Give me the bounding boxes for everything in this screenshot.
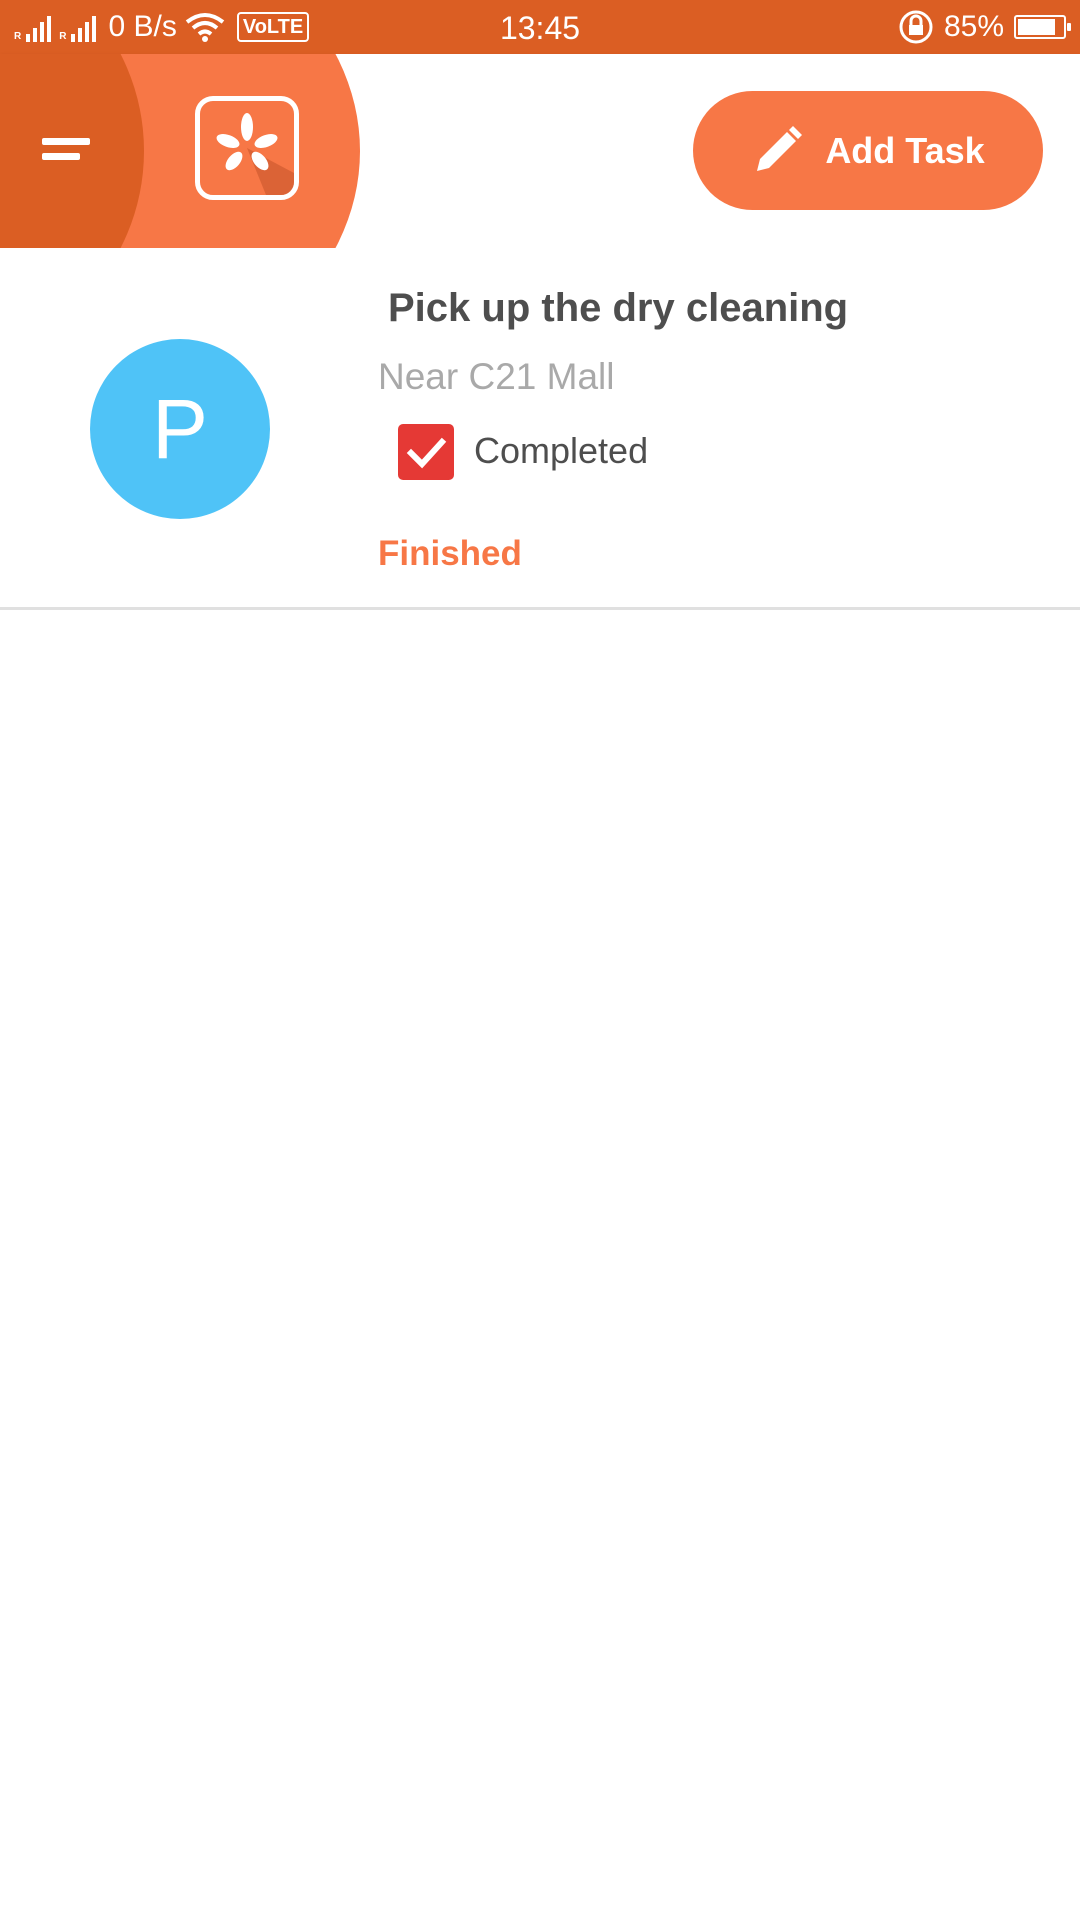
yelp-logo-icon[interactable] xyxy=(195,96,299,200)
menu-button[interactable] xyxy=(26,124,106,184)
status-right: 85% xyxy=(898,0,1071,54)
status-bar: R R 0 B/s VoLTE 13:45 85% xyxy=(0,0,1080,54)
completed-checkbox[interactable] xyxy=(398,424,454,480)
menu-icon-bar xyxy=(42,153,80,160)
pencil-icon xyxy=(757,125,803,171)
add-task-button[interactable]: Add Task xyxy=(693,91,1043,210)
divider xyxy=(0,607,1080,610)
check-icon xyxy=(406,437,447,469)
avatar: P xyxy=(90,339,270,519)
app-bar: Add Task xyxy=(0,54,1080,248)
menu-icon xyxy=(42,138,90,145)
add-task-label: Add Task xyxy=(825,129,985,171)
battery-icon xyxy=(1014,15,1071,39)
task-title: Pick up the dry cleaning xyxy=(388,286,849,330)
task-location: Near C21 Mall xyxy=(378,356,615,397)
completed-label: Completed xyxy=(474,430,649,471)
task-list-item[interactable]: P Pick up the dry cleaning Near C21 Mall… xyxy=(0,248,1080,610)
task-status: Finished xyxy=(378,534,522,573)
battery-percent: 85% xyxy=(943,10,1004,43)
rotation-lock-icon xyxy=(899,10,933,44)
